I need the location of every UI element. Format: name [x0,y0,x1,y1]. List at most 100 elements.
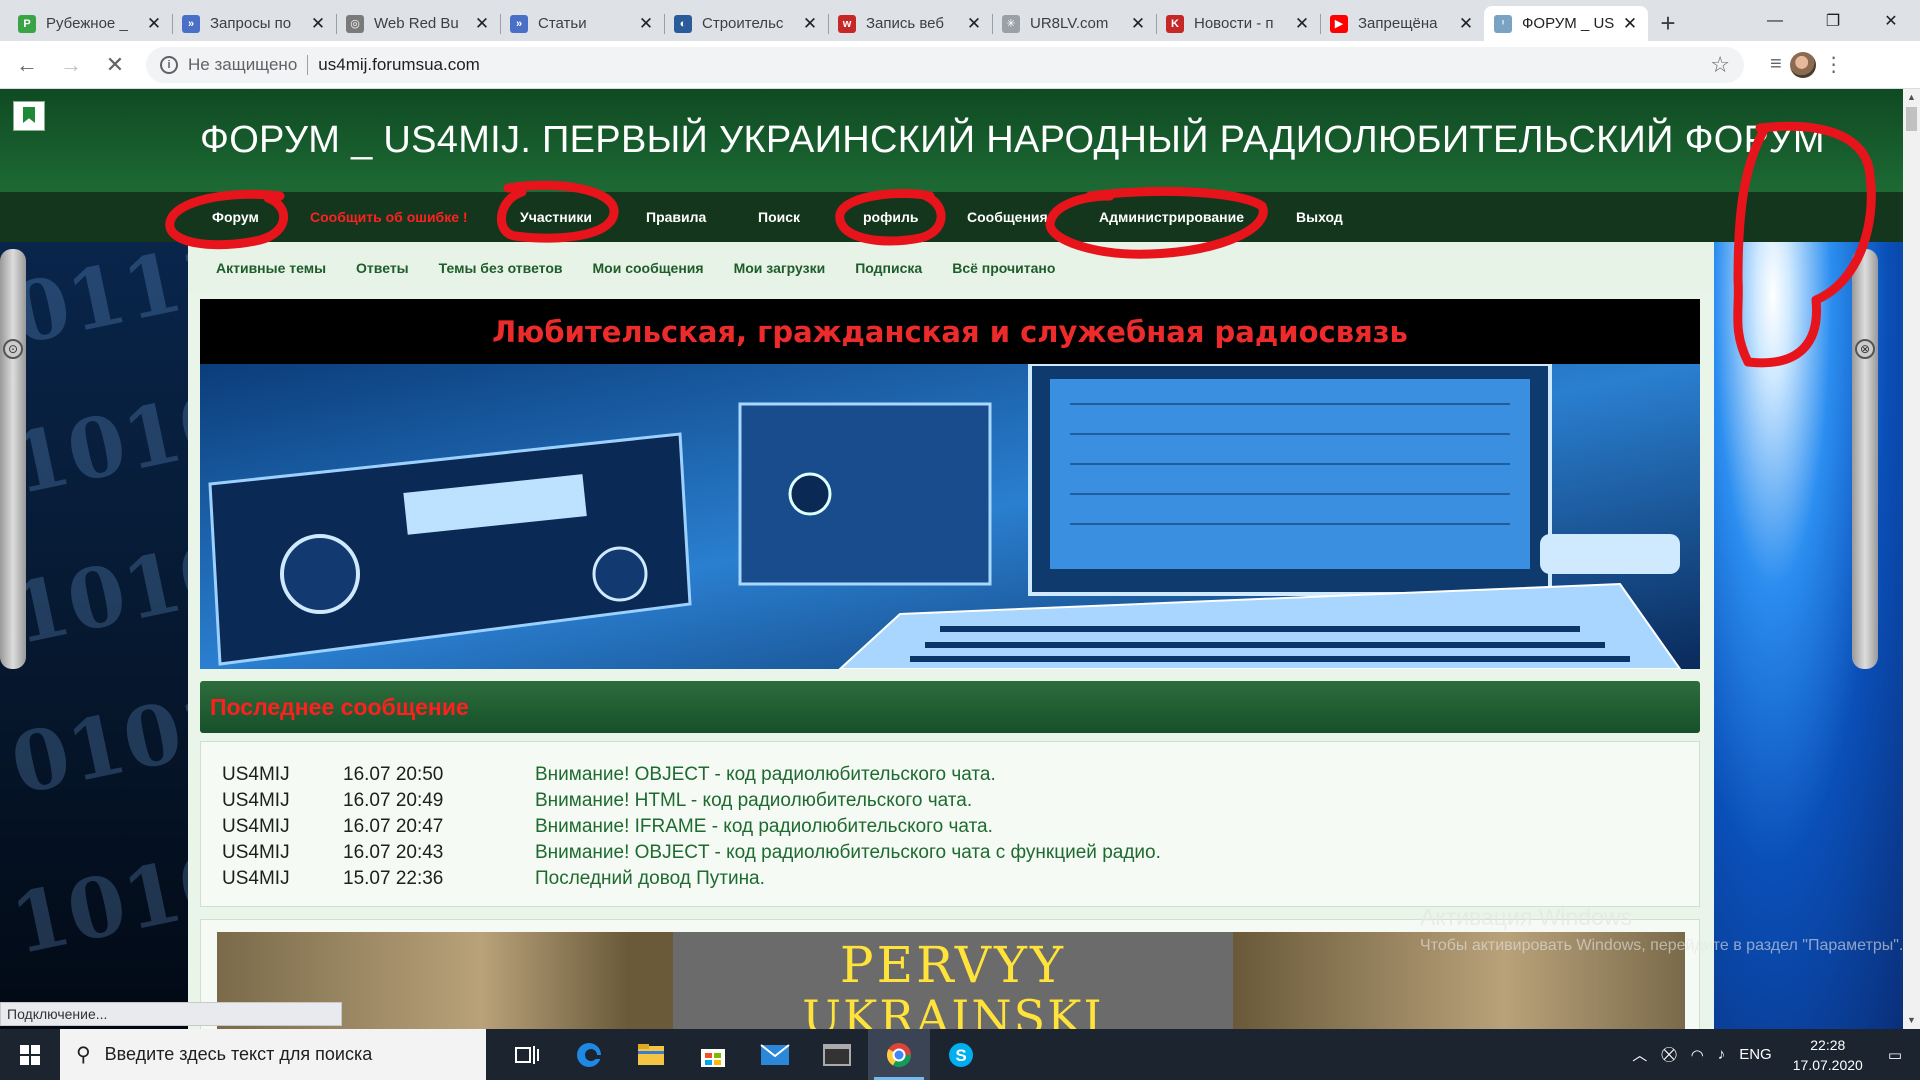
subnav-subscriptions[interactable]: Подписка [855,260,922,276]
table-row: US4MIJ 16.07 20:50 Внимание! OBJECT - ко… [201,762,1699,788]
tab-favicon-icon: Р [18,14,36,33]
post-author[interactable]: US4MIJ [201,842,343,864]
tab-close-icon[interactable]: ✕ [1622,14,1638,34]
start-button[interactable] [0,1029,60,1080]
language-indicator[interactable]: ENG [1739,1046,1772,1063]
tab-close-icon[interactable]: ✕ [638,14,654,34]
browser-tab[interactable]: ᶦ ФОРУМ _ US ✕ [1484,6,1648,41]
post-author[interactable]: US4MIJ [201,764,343,786]
scroll-down-icon[interactable]: ▼ [1903,1012,1920,1029]
tab-favicon-icon: » [182,14,200,33]
post-author[interactable]: US4MIJ [201,816,343,838]
table-row: US4MIJ 16.07 20:49 Внимание! HTML - код … [201,788,1699,814]
site-title[interactable]: ФОРУМ _ US4MIJ. ПЕРВЫЙ УКРАИНСКИЙ НАРОДН… [200,119,1825,162]
nav-logout[interactable]: Выход [1296,192,1343,242]
nav-forum[interactable]: Форум [212,192,259,242]
left-rail-knob-icon: ⊙ [3,339,23,359]
skype-icon[interactable]: S [930,1029,992,1080]
tab-close-icon[interactable]: ✕ [1130,14,1146,34]
browser-tab[interactable]: ✳ UR8LV.com ✕ [992,6,1156,41]
network-disconnected-icon[interactable]: ⛒ [1661,1046,1676,1063]
subnav-active-topics[interactable]: Активные темы [216,260,326,276]
task-view-icon[interactable] [496,1029,558,1080]
security-label: Не защищено [188,54,298,74]
search-icon: ⚲ [76,1044,91,1066]
nav-members[interactable]: Участники [520,192,592,242]
wifi-icon[interactable]: ◠ [1691,1046,1704,1064]
browser-tab[interactable]: » Статьи ✕ [500,6,664,41]
tab-close-icon[interactable]: ✕ [474,14,490,34]
svg-text:S: S [955,1046,966,1065]
post-subject-link[interactable]: Внимание! OBJECT - код радиолюбительског… [535,764,996,786]
post-time: 16.07 20:47 [343,816,444,837]
edge-browser-icon[interactable] [558,1029,620,1080]
subnav-unanswered[interactable]: Темы без ответов [439,260,563,276]
bookmark-star-icon[interactable]: ☆ [1710,52,1730,78]
store-icon[interactable] [682,1029,744,1080]
browser-tab[interactable]: K Новости - п ✕ [1156,6,1320,41]
terminal-icon[interactable] [806,1029,868,1080]
tab-title: Статьи [538,15,587,32]
taskbar-search[interactable]: ⚲ Введите здесь текст для поиска [60,1029,486,1080]
post-subject-link[interactable]: Внимание! IFRAME - код радиолюбительског… [535,816,993,838]
post-time: 16.07 20:49 [343,790,444,811]
tray-expand-icon[interactable]: ︿ [1632,1044,1647,1065]
post-subject-link[interactable]: Внимание! HTML - код радиолюбительского … [535,790,972,812]
last-post-header: Последнее сообщение [200,681,1700,733]
post-author[interactable]: US4MIJ [201,868,343,890]
nav-rules[interactable]: Правила [646,192,706,242]
nav-profile[interactable]: рофиль [863,192,918,242]
minimize-icon[interactable]: — [1746,0,1804,41]
browser-toolbar: ← → ✕ i Не защищено us4mij.forumsua.com … [0,41,1920,89]
scroll-thumb[interactable] [1906,107,1917,131]
volume-icon[interactable]: ♪ [1718,1046,1726,1063]
nav-search[interactable]: Поиск [758,192,800,242]
browser-tab[interactable]: w Запись веб ✕ [828,6,992,41]
tab-close-icon[interactable]: ✕ [1294,14,1310,34]
last-post-list: US4MIJ 16.07 20:50 Внимание! OBJECT - ко… [200,741,1700,907]
browser-tab[interactable]: Р Рубежное _ ✕ [8,6,172,41]
nav-report-error[interactable]: Сообщить об ошибке ! [310,192,468,242]
notifications-icon[interactable]: ▭ [1888,1046,1902,1064]
close-window-icon[interactable]: ✕ [1862,0,1920,41]
chrome-menu-icon[interactable]: ⋮ [1824,52,1844,77]
nav-messages[interactable]: Сообщения [967,192,1048,242]
post-subject-link[interactable]: Внимание! OBJECT - код радиолюбительског… [535,842,1161,864]
browser-tab[interactable]: ▶ Запрещёна ✕ [1320,6,1484,41]
new-tab-button[interactable]: + [1648,6,1688,41]
browser-tab[interactable]: ◎ Web Red Bu ✕ [336,6,500,41]
subnav-mark-all-read[interactable]: Всё прочитано [952,260,1055,276]
url-text[interactable]: us4mij.forumsua.com [318,55,480,75]
mail-icon[interactable] [744,1029,806,1080]
tab-close-icon[interactable]: ✕ [966,14,982,34]
profile-avatar[interactable] [1789,51,1816,78]
tab-close-icon[interactable]: ✕ [146,14,162,34]
tab-close-icon[interactable]: ✕ [310,14,326,34]
address-bar[interactable]: i Не защищено us4mij.forumsua.com ☆ [146,46,1744,83]
chrome-icon[interactable] [868,1029,930,1080]
subnav-replies[interactable]: Ответы [356,260,409,276]
tab-close-icon[interactable]: ✕ [802,14,818,34]
subnav-my-uploads[interactable]: Мои загрузки [734,260,826,276]
back-arrow-icon[interactable]: ← [10,48,44,82]
scroll-up-icon[interactable]: ▲ [1903,89,1920,106]
page-scrollbar[interactable]: ▲ ▼ [1903,89,1920,1029]
taskbar-clock[interactable]: 22:28 17.07.2020 [1793,1035,1863,1075]
subnav-my-posts[interactable]: Мои сообщения [593,260,704,276]
browser-tab[interactable]: » Запросы по ✕ [172,6,336,41]
tab-close-icon[interactable]: ✕ [1458,14,1474,34]
forward-arrow-icon[interactable]: → [54,48,88,82]
maximize-icon[interactable]: ❐ [1804,0,1862,41]
sub-nav: Активные темы Ответы Темы без ответов Мо… [188,242,1714,293]
left-rail-decoration: ⊙ [0,249,26,669]
stop-loading-icon[interactable]: ✕ [98,48,132,82]
media-control-icon[interactable]: ≡ [1770,53,1782,76]
file-explorer-icon[interactable] [620,1029,682,1080]
forum-logo-icon[interactable] [13,101,45,131]
post-author[interactable]: US4MIJ [201,790,343,812]
info-icon[interactable]: i [160,55,178,74]
browser-tab[interactable]: ◐ Строительс ✕ [664,6,828,41]
toolbar-right: ≡ ⋮ [1762,51,1852,78]
nav-admin[interactable]: Администрирование [1099,192,1244,242]
post-subject-link[interactable]: Последний довод Путина. [535,868,765,890]
